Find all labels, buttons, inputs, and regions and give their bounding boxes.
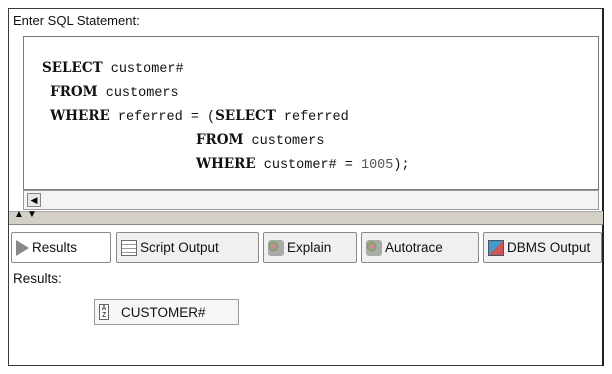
sql-keyword: SELECT xyxy=(42,60,103,76)
sql-text: customers xyxy=(243,134,325,149)
sql-line: SELECT customer# xyxy=(42,57,410,81)
tab-dbms-output[interactable]: DBMS Output xyxy=(483,232,602,263)
tab-autotrace-label: Autotrace xyxy=(385,240,443,255)
sql-keyword: SELECT xyxy=(215,108,276,124)
sql-keyword: WHERE xyxy=(195,156,256,172)
sql-text: referred xyxy=(275,110,349,125)
sort-az-icon[interactable]: AZ xyxy=(99,304,109,320)
sql-statement-label: Enter SQL Statement: xyxy=(13,13,140,28)
sql-keyword: FROM xyxy=(195,132,244,148)
splitter-down-arrow-icon[interactable]: ▼ xyxy=(27,209,37,220)
tab-results[interactable]: Results xyxy=(11,232,111,263)
column-header-label: CUSTOMER# xyxy=(121,304,206,320)
sql-editor[interactable]: SELECT customer# FROM customers WHERE re… xyxy=(23,36,599,190)
sql-line: WHERE referred = (SELECT referred xyxy=(42,105,410,129)
sql-text: customers xyxy=(97,86,179,101)
tab-results-label: Results xyxy=(32,240,78,255)
tab-script-output-label: Script Output xyxy=(140,240,219,255)
editor-horizontal-scrollbar[interactable]: ◀ xyxy=(23,190,599,210)
pane-splitter[interactable]: ▲ ▼ xyxy=(9,209,603,225)
dbms-output-icon xyxy=(488,239,504,256)
scroll-left-arrow-icon[interactable]: ◀ xyxy=(27,193,41,207)
output-tab-bar: Results Script Output Explain Autotrace … xyxy=(9,229,603,267)
sql-text: referred = ( xyxy=(109,110,216,125)
sql-line: FROM customers xyxy=(42,129,410,153)
sql-line: WHERE customer# = 1005); xyxy=(42,153,410,177)
explain-plan-icon xyxy=(268,239,284,256)
sql-text: customer# = xyxy=(255,158,361,173)
script-document-icon xyxy=(121,239,137,256)
sql-keyword: FROM xyxy=(50,84,98,100)
play-triangle-icon xyxy=(16,239,29,256)
tab-dbms-output-label: DBMS Output xyxy=(507,240,591,255)
sql-worksheet-window: Enter SQL Statement: SELECT customer# FR… xyxy=(8,8,604,366)
sql-number: 1005 xyxy=(360,158,394,173)
sql-text: customer# xyxy=(102,62,184,77)
column-header-customer[interactable]: AZ CUSTOMER# xyxy=(94,299,239,325)
autotrace-icon xyxy=(366,239,382,256)
tab-explain[interactable]: Explain xyxy=(263,232,357,263)
splitter-up-arrow-icon[interactable]: ▲ xyxy=(14,209,24,220)
sql-text: ); xyxy=(393,158,410,173)
sql-code[interactable]: SELECT customer# FROM customers WHERE re… xyxy=(42,57,410,177)
results-label: Results: xyxy=(13,271,62,286)
tab-script-output[interactable]: Script Output xyxy=(116,232,259,263)
tab-explain-label: Explain xyxy=(287,240,332,255)
sql-keyword: WHERE xyxy=(50,108,110,124)
sql-line: FROM customers xyxy=(42,81,410,105)
tab-autotrace[interactable]: Autotrace xyxy=(361,232,479,263)
